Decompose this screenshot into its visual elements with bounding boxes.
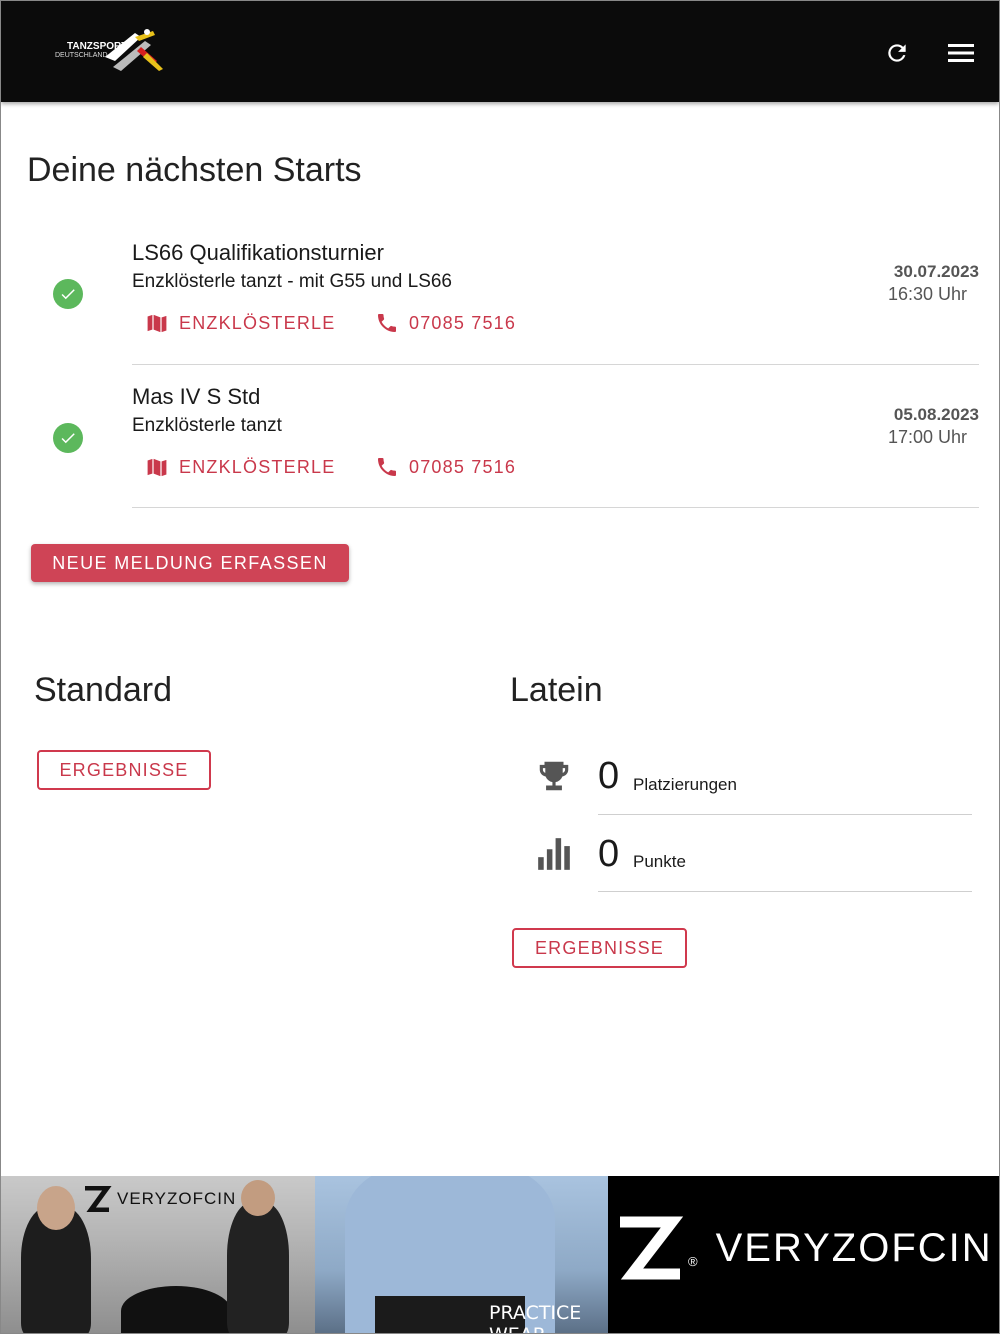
model-head <box>241 1180 275 1216</box>
model-head <box>37 1186 75 1230</box>
refresh-button[interactable] <box>881 37 913 69</box>
phone-link[interactable]: 07085 7516 <box>375 311 516 335</box>
location-link[interactable]: ENZKLÖSTERLE <box>145 455 335 479</box>
model-figure <box>227 1202 289 1333</box>
start-event-name: Enzklösterle tanzt - mit G55 und LS66 <box>132 271 452 292</box>
phone-link[interactable]: 07085 7516 <box>375 455 516 479</box>
top-app-bar: TANZSPORT DEUTSCHLAND <box>1 1 999 102</box>
map-icon <box>146 313 168 334</box>
confirmed-check-icon <box>53 423 83 453</box>
phone-label: 07085 7516 <box>409 312 517 333</box>
stat-divider <box>598 891 972 892</box>
phone-icon <box>378 314 396 332</box>
brand-z-icon <box>85 1186 112 1212</box>
standard-results-button[interactable]: ERGEBNISSE <box>37 750 211 790</box>
start-time: 17:00 Uhr <box>887 427 967 447</box>
new-entry-button[interactable]: NEUE MELDUNG ERFASSEN <box>31 544 349 582</box>
start-date: 30.07.2023 <box>893 262 979 281</box>
table-shape <box>121 1286 231 1333</box>
latein-results-button[interactable]: ERGEBNISSE <box>512 928 687 968</box>
ad-brand-panel: ® VERYZOFCIN <box>608 1176 999 1333</box>
start-time: 16:30 Uhr <box>887 284 967 304</box>
placements-label: Platzierungen <box>633 775 737 794</box>
item-divider <box>132 364 979 365</box>
ad-banner[interactable]: VERYZOFCIN PRACTICE WEAR ® VERYZOFCIN <box>1 1176 999 1333</box>
tanzsport-logo[interactable]: TANZSPORT DEUTSCHLAND <box>53 27 168 75</box>
trophy-icon <box>539 761 569 791</box>
bar-chart-icon <box>538 838 570 870</box>
refresh-icon <box>888 44 906 62</box>
item-divider <box>132 507 979 508</box>
phone-label: 07085 7516 <box>409 456 517 477</box>
menu-button[interactable] <box>945 37 977 69</box>
brand-logo-small: VERYZOFCIN <box>83 1186 236 1212</box>
page-title: Deine nächsten Starts <box>27 151 362 189</box>
start-competition-name: LS66 Qualifikationsturnier <box>132 240 384 265</box>
map-icon <box>146 457 168 478</box>
stat-divider <box>598 814 972 815</box>
points-label: Punkte <box>633 852 686 871</box>
logo-text-deutschland: DEUTSCHLAND <box>55 52 108 59</box>
logo-text-tanzsport: TANZSPORT <box>67 41 128 52</box>
latein-title: Latein <box>510 671 603 709</box>
ad-photo-models: VERYZOFCIN <box>1 1176 315 1333</box>
brand-logo-large: ® VERYZOFCIN <box>616 1216 993 1280</box>
start-competition-name: Mas IV S Std <box>132 384 261 409</box>
start-item[interactable]: Mas IV S Std Enzklösterle tanzt 05.08.20… <box>1 375 999 510</box>
confirmed-check-icon <box>53 279 83 309</box>
registered-mark: ® <box>688 1253 700 1269</box>
standard-title: Standard <box>34 671 172 709</box>
points-count: 0 <box>598 833 620 875</box>
location-label: ENZKLÖSTERLE <box>179 312 336 333</box>
phone-icon <box>378 458 396 476</box>
ad-photo-shirt: PRACTICE WEAR <box>315 1176 608 1333</box>
brand-z-icon <box>620 1216 684 1280</box>
placements-count: 0 <box>598 755 620 797</box>
hamburger-icon <box>948 44 974 62</box>
start-event-name: Enzklösterle tanzt <box>132 415 282 436</box>
start-item[interactable]: LS66 Qualifikationsturnier Enzklösterle … <box>1 231 999 366</box>
app-window: TANZSPORT DEUTSCHLAND Deine nächsten Sta… <box>0 0 1000 1334</box>
start-date: 05.08.2023 <box>893 405 979 424</box>
practice-wear-label: PRACTICE WEAR <box>489 1302 582 1333</box>
location-label: ENZKLÖSTERLE <box>179 456 336 477</box>
location-link[interactable]: ENZKLÖSTERLE <box>145 311 335 335</box>
